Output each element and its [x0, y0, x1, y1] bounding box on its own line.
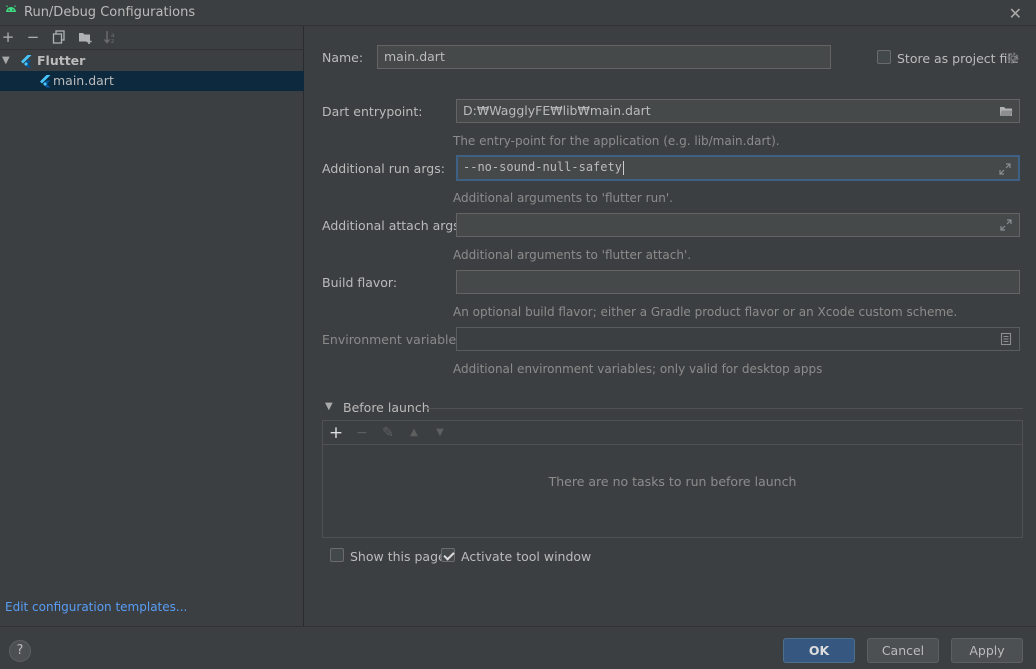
move-up-icon[interactable]: ▲	[406, 425, 422, 441]
expand-icon[interactable]	[999, 218, 1013, 232]
build-flavor-label: Build flavor:	[322, 275, 398, 290]
before-launch-header: ▼ Before launch	[322, 400, 1023, 416]
document-icon[interactable]	[999, 332, 1013, 346]
empty-tasks-message: There are no tasks to run before launch	[548, 474, 797, 489]
build-flavor-hint: An optional build flavor; either a Gradl…	[453, 305, 958, 319]
configuration-form: Name: main.dart Store as project file Da…	[305, 26, 1036, 626]
chevron-down-icon[interactable]: ▼	[2, 51, 10, 71]
android-icon	[6, 5, 16, 12]
collapse-triangle-icon[interactable]: ▼	[325, 401, 333, 412]
help-button[interactable]: ?	[9, 640, 31, 662]
attach-args-label: Additional attach args:	[322, 218, 464, 233]
activate-tool-window-checkbox[interactable]	[441, 548, 455, 562]
run-args-field[interactable]: --no-sound-null-safety	[456, 155, 1020, 181]
attach-args-hint: Additional arguments to 'flutter attach'…	[453, 248, 692, 262]
close-icon[interactable]: ✕	[1009, 4, 1022, 23]
expand-icon[interactable]	[998, 162, 1012, 176]
add-task-icon[interactable]: +	[328, 425, 344, 442]
cancel-button[interactable]: Cancel	[867, 638, 939, 663]
svg-text:z: z	[111, 38, 114, 45]
title-bar: Run/Debug Configurations ✕	[0, 0, 1036, 26]
tree-item-label: main.dart	[53, 73, 114, 88]
env-vars-hint: Additional environment variables; only v…	[453, 362, 823, 376]
separator-line	[424, 408, 1023, 409]
edit-templates-link[interactable]: Edit configuration templates...	[5, 600, 187, 614]
remove-icon[interactable]: −	[25, 29, 41, 45]
sidebar-toolbar: + − az	[0, 26, 304, 50]
configurations-sidebar: + − az ▼ Flutter main.dart Edit configur…	[0, 26, 304, 626]
folder-icon[interactable]	[999, 104, 1013, 118]
edit-task-icon[interactable]: ✎	[380, 425, 396, 441]
entrypoint-value: D:₩WagglyFE₩lib₩main.dart	[463, 103, 651, 118]
env-vars-label: Environment variables:	[322, 332, 467, 347]
move-down-icon[interactable]: ▼	[432, 425, 448, 441]
name-field[interactable]: main.dart	[377, 45, 831, 69]
ok-button[interactable]: OK	[783, 638, 855, 663]
flutter-icon	[40, 75, 51, 88]
build-flavor-field[interactable]	[456, 270, 1020, 294]
window-title: Run/Debug Configurations	[24, 5, 196, 20]
show-page-checkbox[interactable]	[330, 548, 344, 562]
gear-icon[interactable]	[1006, 51, 1020, 65]
sort-icon[interactable]: az	[103, 29, 119, 45]
add-icon[interactable]: +	[0, 29, 16, 45]
activate-tool-window-label: Activate tool window	[461, 549, 592, 564]
remove-task-icon[interactable]: −	[354, 425, 370, 441]
tree-group-label: Flutter	[37, 53, 86, 68]
env-vars-field[interactable]	[456, 327, 1020, 351]
tree-group-flutter[interactable]: ▼ Flutter	[0, 51, 304, 71]
tree-item-main-dart[interactable]: main.dart	[0, 71, 304, 91]
entrypoint-hint: The entry-point for the application (e.g…	[453, 134, 780, 148]
before-launch-title: Before launch	[343, 400, 430, 415]
before-launch-task-list: + − ✎ ▲ ▼ There are no tasks to run befo…	[322, 420, 1023, 538]
name-label: Name:	[322, 50, 364, 65]
show-page-label: Show this page	[350, 549, 446, 564]
configuration-tree: ▼ Flutter main.dart	[0, 51, 304, 91]
run-args-value: --no-sound-null-safety	[463, 160, 622, 174]
attach-args-field[interactable]	[456, 213, 1020, 237]
dialog-button-bar: ? OK Cancel Apply	[0, 626, 1036, 669]
run-args-label: Additional run args:	[322, 161, 445, 176]
entrypoint-field[interactable]: D:₩WagglyFE₩lib₩main.dart	[456, 99, 1020, 123]
entrypoint-label: Dart entrypoint:	[322, 104, 423, 119]
store-project-label: Store as project file	[897, 51, 1019, 66]
before-launch-section: ▼ Before launch + − ✎ ▲ ▼ There are no t…	[322, 400, 1023, 538]
run-args-hint: Additional arguments to 'flutter run'.	[453, 191, 673, 205]
text-caret	[622, 160, 624, 175]
before-launch-toolbar: + − ✎ ▲ ▼	[323, 421, 1022, 445]
store-project-checkbox[interactable]	[877, 50, 891, 64]
new-folder-icon[interactable]	[77, 29, 93, 45]
copy-icon[interactable]	[51, 29, 67, 45]
flutter-icon	[21, 55, 32, 68]
apply-button[interactable]: Apply	[951, 638, 1023, 663]
